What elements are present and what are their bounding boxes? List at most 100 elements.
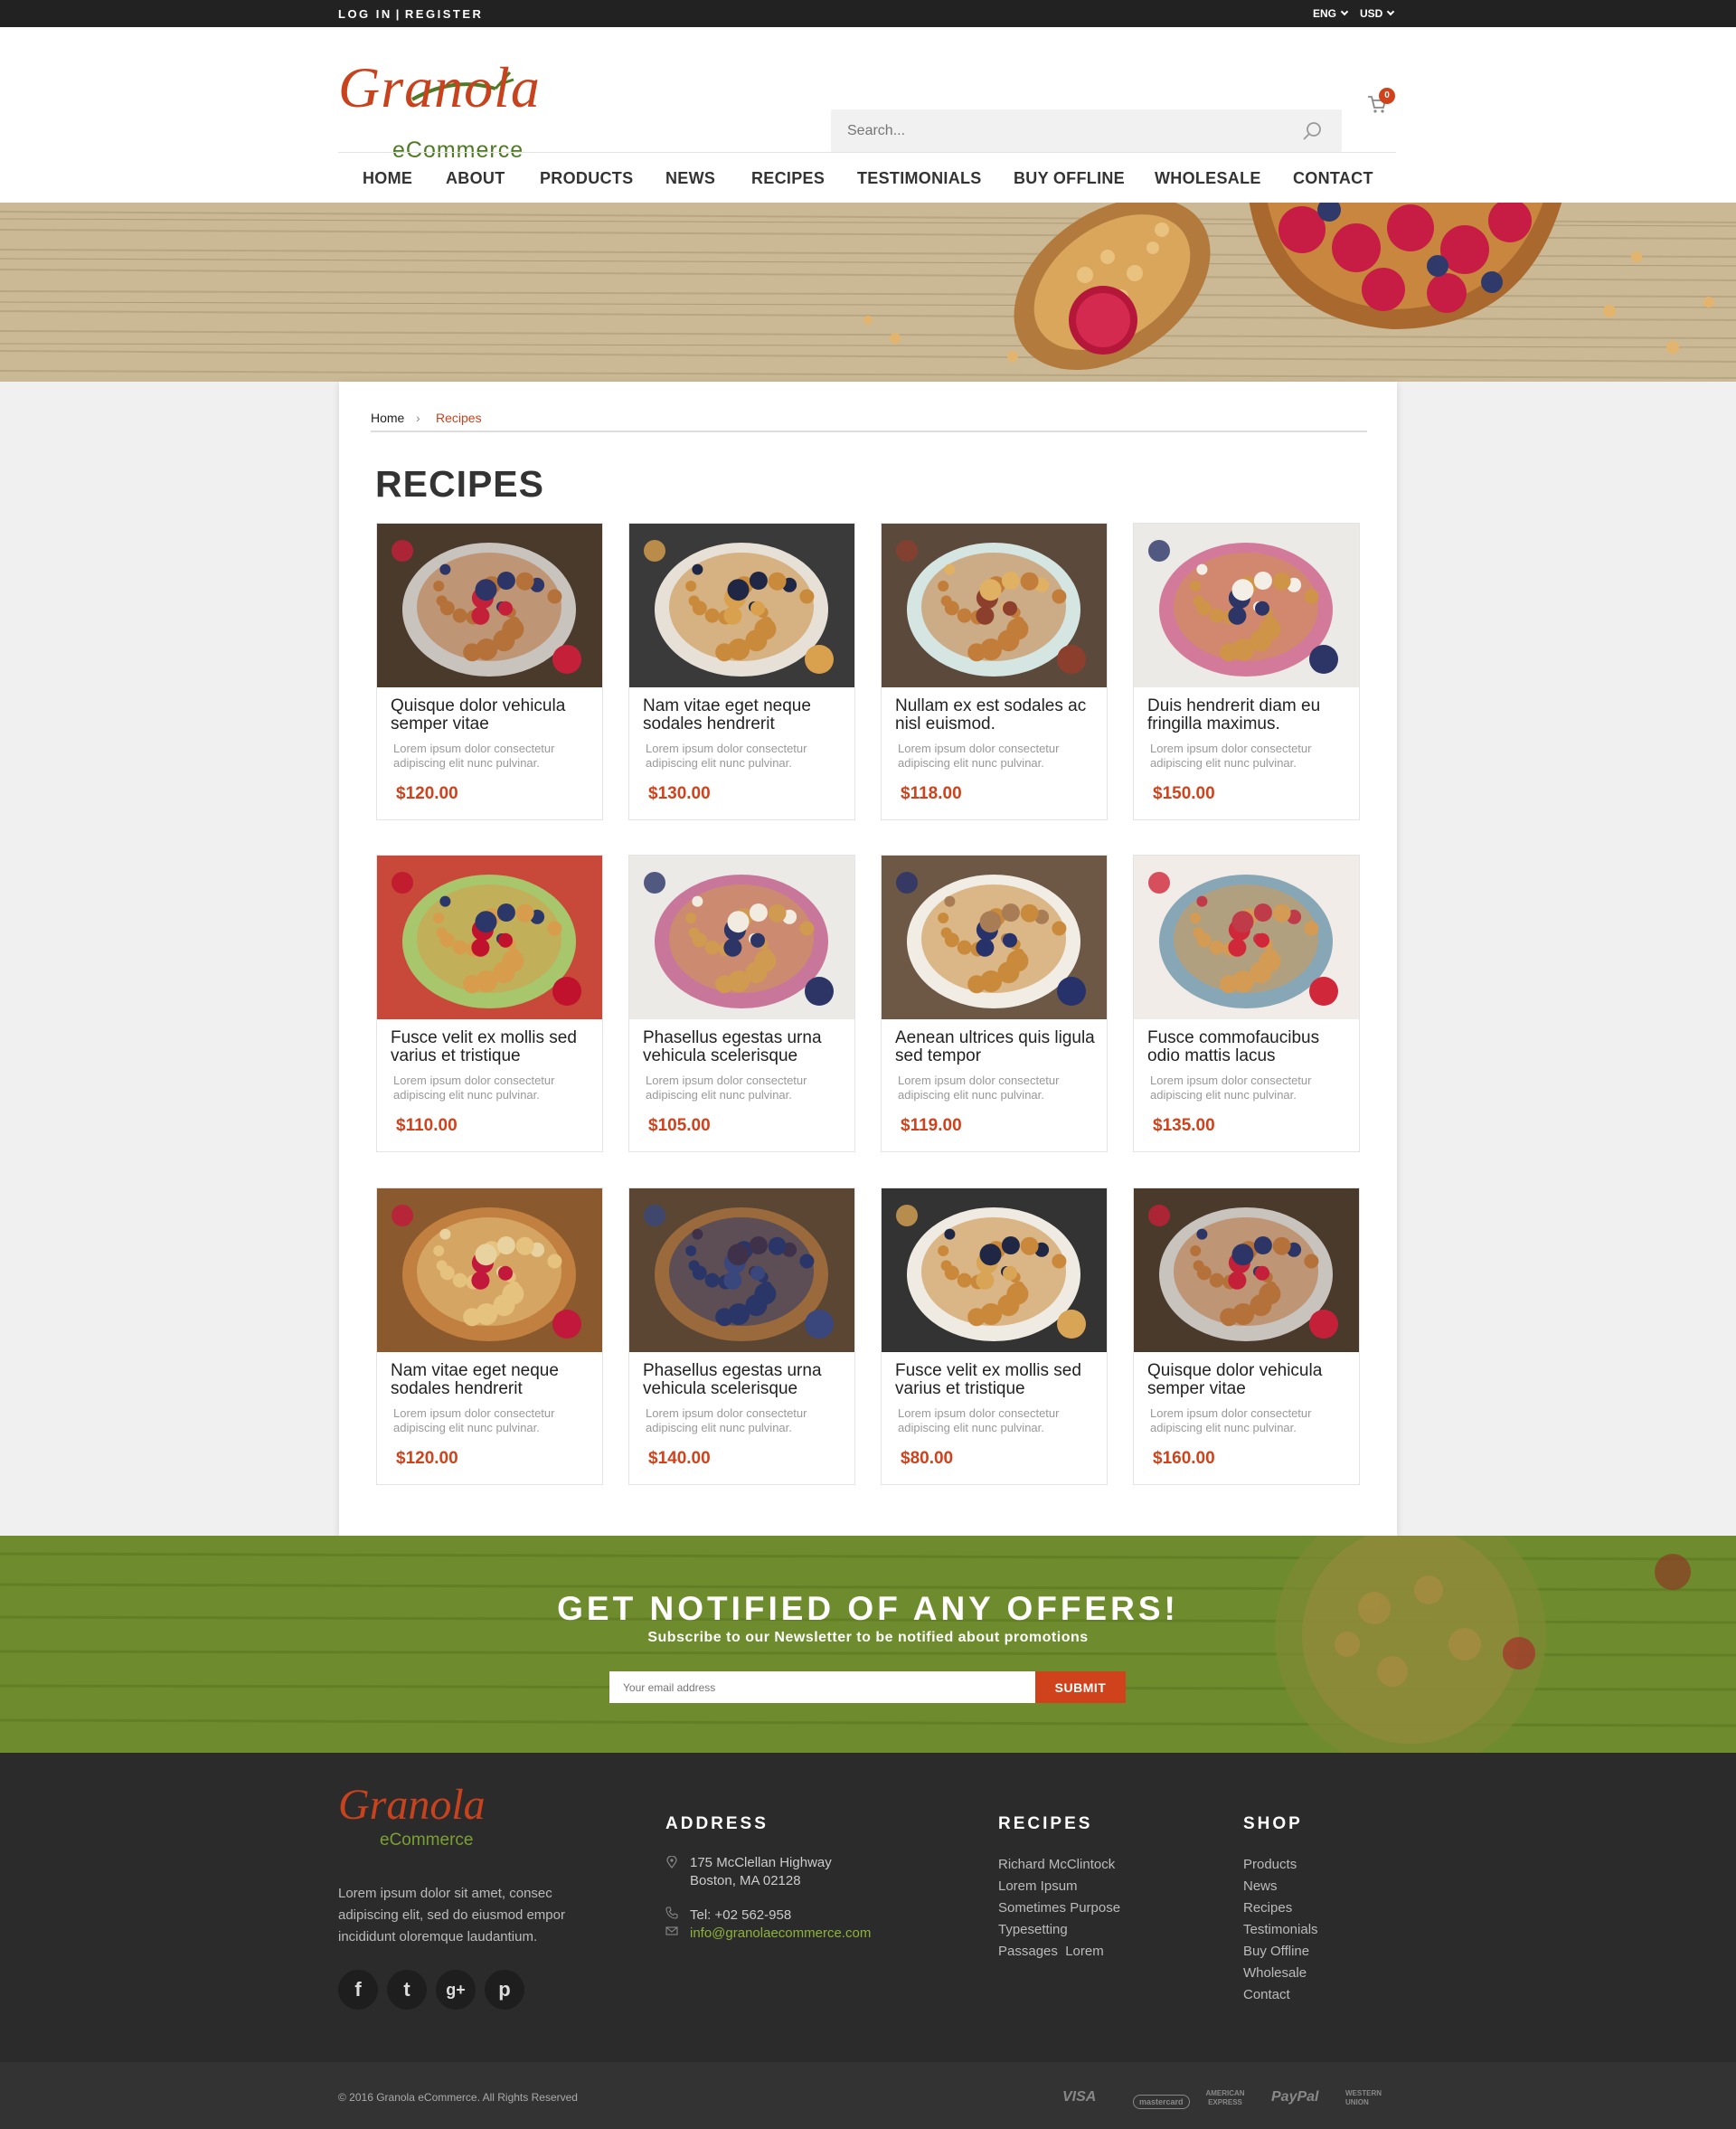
twitter-icon[interactable]: t xyxy=(387,1970,427,2010)
nav-buy-offline[interactable]: BUY OFFLINE xyxy=(1014,169,1125,188)
recipe-title[interactable]: Phasellus egestas urna vehicula sceleris… xyxy=(643,1362,849,1398)
footer-recipe-link[interactable]: Passages Lorem xyxy=(998,1941,1120,1963)
content-panel: Home › Recipes RECIPES Quisque dolor veh… xyxy=(339,382,1397,1536)
recipe-card[interactable]: Nam vitae eget neque sodales hendrerit Lo… xyxy=(628,523,855,820)
recipes-links: Richard McClintock Lorem Ipsum Sometimes… xyxy=(998,1854,1120,1963)
footer-shop-link[interactable]: Products xyxy=(1243,1854,1318,1876)
recipe-description: Lorem ipsum dolor consectetur adipiscing… xyxy=(393,1406,555,1434)
footer-recipe-link[interactable]: Sometimes Purpose xyxy=(998,1897,1120,1919)
recipe-title[interactable]: Fusce velit ex mollis sed varius et tris… xyxy=(391,1029,597,1065)
recipe-card[interactable]: Fusce velit ex mollis sed varius et tris… xyxy=(881,1188,1108,1485)
recipe-card[interactable]: Aenean ultrices quis ligula sed tempor Lo… xyxy=(881,855,1108,1152)
recipe-description: Lorem ipsum dolor consectetur adipiscing… xyxy=(898,1406,1060,1434)
recipe-card[interactable]: Nam vitae eget neque sodales hendrerit Lo… xyxy=(376,1188,603,1485)
recipe-title[interactable]: Nam vitae eget neque sodales hendrerit xyxy=(391,1362,597,1398)
recipe-image[interactable] xyxy=(882,1188,1107,1352)
recipe-title[interactable]: Fusce commofaucibus odio mattis lacus xyxy=(1147,1029,1354,1065)
recipe-title[interactable]: Nullam ex est sodales ac nisl euismod. xyxy=(895,697,1101,733)
search-input[interactable] xyxy=(831,109,1283,152)
recipe-description: Lorem ipsum dolor consectetur adipiscing… xyxy=(1150,742,1312,770)
footer-shop-link[interactable]: News xyxy=(1243,1876,1318,1897)
recipe-image[interactable] xyxy=(882,856,1107,1019)
pinterest-icon[interactable]: p xyxy=(485,1970,524,2010)
recipe-image[interactable] xyxy=(377,1188,602,1352)
recipe-card[interactable]: Fusce commofaucibus odio mattis lacus Lor… xyxy=(1133,855,1360,1152)
register-link[interactable]: REGISTER xyxy=(405,7,483,21)
breadcrumb-home[interactable]: Home xyxy=(371,411,404,425)
email-link[interactable]: info@granolaecommerce.com xyxy=(690,1925,871,1943)
footer-recipe-link[interactable]: Lorem Ipsum xyxy=(998,1876,1120,1897)
nav-testimonials[interactable]: TESTIMONIALS xyxy=(857,169,982,188)
recipe-title[interactable]: Fusce velit ex mollis sed varius et tris… xyxy=(895,1362,1101,1398)
recipe-description: Lorem ipsum dolor consectetur adipiscing… xyxy=(393,742,555,770)
nav-wholesale[interactable]: WHOLESALE xyxy=(1155,169,1261,188)
recipe-card[interactable]: Phasellus egestas urna vehicula sceleris… xyxy=(628,855,855,1152)
search-icon[interactable] xyxy=(1302,121,1322,141)
phone-number: Tel: +02 562-958 xyxy=(690,1907,792,1923)
recipe-image[interactable] xyxy=(1134,856,1359,1019)
bottom-bar: © 2016 Granola eCommerce. All Rights Res… xyxy=(0,2062,1736,2129)
newsletter-email-input[interactable] xyxy=(609,1671,1035,1703)
footer-recipe-link[interactable]: Typesetting xyxy=(998,1919,1120,1941)
nav-recipes[interactable]: RECIPES xyxy=(751,169,825,188)
login-link[interactable]: LOG IN xyxy=(338,7,392,21)
main-nav: HOME ABOUT PRODUCTS NEWS RECIPES TESTIMO… xyxy=(338,152,1396,203)
page-title: RECIPES xyxy=(375,463,544,505)
recipe-image[interactable] xyxy=(629,524,854,687)
footer-shop-link[interactable]: Buy Offline xyxy=(1243,1941,1318,1963)
footer-shop-link[interactable]: Contact xyxy=(1243,1984,1318,2006)
nav-about[interactable]: ABOUT xyxy=(446,169,505,188)
google-plus-icon[interactable]: g+ xyxy=(436,1970,476,2010)
recipe-description: Lorem ipsum dolor consectetur adipiscing… xyxy=(898,1074,1060,1102)
site-footer: Granola eCommerce Lorem ipsum dolor sit … xyxy=(0,1753,1736,2062)
location-pin-icon xyxy=(666,1856,677,1869)
footer-shop-link[interactable]: Testimonials xyxy=(1243,1919,1318,1941)
site-logo[interactable]: Granola eCommerce xyxy=(338,54,555,163)
shop-heading: SHOP xyxy=(1243,1814,1303,1833)
recipe-title[interactable]: Quisque dolor vehicula semper vitae xyxy=(391,697,597,733)
recipe-card[interactable]: Fusce velit ex mollis sed varius et tris… xyxy=(376,855,603,1152)
nav-news[interactable]: NEWS xyxy=(665,169,715,188)
recipe-title[interactable]: Phasellus egestas urna vehicula sceleris… xyxy=(643,1029,849,1065)
recipe-card[interactable]: Quisque dolor vehicula semper vitae Lorem… xyxy=(1133,1188,1360,1485)
footer-shop-link[interactable]: Wholesale xyxy=(1243,1963,1318,1984)
currency-select[interactable]: USD xyxy=(1360,7,1395,20)
recipe-price: $119.00 xyxy=(901,1116,962,1135)
language-select[interactable]: ENG xyxy=(1313,7,1349,20)
breadcrumb-current: Recipes xyxy=(436,411,482,425)
footer-recipe-link[interactable]: Richard McClintock xyxy=(998,1854,1120,1876)
newsletter-submit-button[interactable]: SUBMIT xyxy=(1035,1671,1126,1703)
recipe-title[interactable]: Quisque dolor vehicula semper vitae xyxy=(1147,1362,1354,1398)
footer-logo[interactable]: Granola eCommerce xyxy=(338,1780,501,1850)
recipe-title[interactable]: Duis hendrerit diam eu fringilla maximus… xyxy=(1147,697,1354,733)
recipe-image[interactable] xyxy=(629,1188,854,1352)
recipe-card[interactable]: Duis hendrerit diam eu fringilla maximus… xyxy=(1133,523,1360,820)
nav-contact[interactable]: CONTACT xyxy=(1293,169,1373,188)
recipe-title[interactable]: Nam vitae eget neque sodales hendrerit xyxy=(643,697,849,733)
recipe-image[interactable] xyxy=(377,856,602,1019)
mastercard-icon: mastercard xyxy=(1133,2095,1190,2109)
auth-divider: | xyxy=(395,7,401,21)
recipe-description: Lorem ipsum dolor consectetur adipiscing… xyxy=(1150,1074,1312,1102)
facebook-icon[interactable]: f xyxy=(338,1970,378,2010)
footer-shop-link[interactable]: Recipes xyxy=(1243,1897,1318,1919)
footer-about-text: Lorem ipsum dolor sit amet, consec adipi… xyxy=(338,1886,565,1944)
recipe-price: $110.00 xyxy=(396,1116,458,1135)
hero-image xyxy=(0,203,1736,382)
recipe-card[interactable]: Phasellus egestas urna vehicula sceleris… xyxy=(628,1188,855,1485)
recipe-image[interactable] xyxy=(882,524,1107,687)
nav-home[interactable]: HOME xyxy=(363,169,412,188)
recipe-description: Lorem ipsum dolor consectetur adipiscing… xyxy=(393,1074,555,1102)
nav-products[interactable]: PRODUCTS xyxy=(540,169,633,188)
recipe-card[interactable]: Quisque dolor vehicula semper vitae Lorem… xyxy=(376,523,603,820)
recipe-title[interactable]: Aenean ultrices quis ligula sed tempor xyxy=(895,1029,1101,1065)
recipe-image[interactable] xyxy=(1134,1188,1359,1352)
recipe-image[interactable] xyxy=(1134,524,1359,687)
phone-icon xyxy=(665,1907,678,1919)
email-icon xyxy=(665,1926,678,1935)
recipe-image[interactable] xyxy=(629,856,854,1019)
recipe-card[interactable]: Nullam ex est sodales ac nisl euismod. Lo… xyxy=(881,523,1108,820)
recipe-image[interactable] xyxy=(377,524,602,687)
recipe-price: $120.00 xyxy=(396,1449,458,1468)
recipe-price: $160.00 xyxy=(1153,1449,1215,1468)
